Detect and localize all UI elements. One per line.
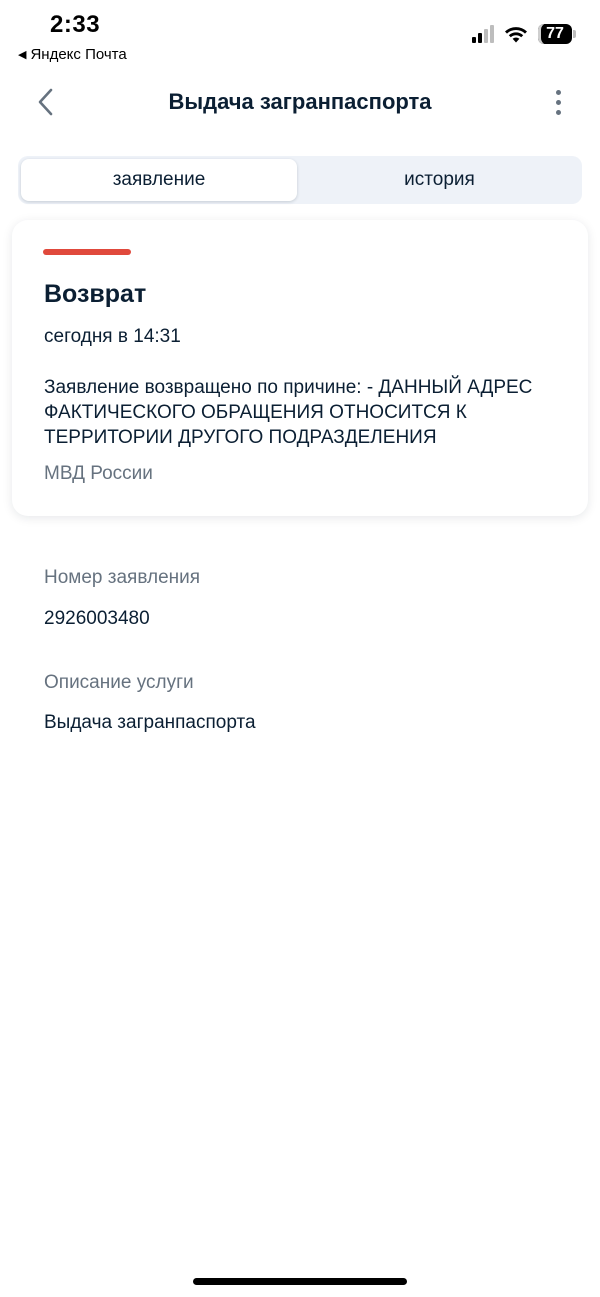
tab-application[interactable]: заявление: [21, 159, 297, 201]
service-description-value: Выдача загранпаспорта: [44, 712, 256, 733]
back-to-app-link[interactable]: ◀ Яндекс Почта: [18, 46, 127, 63]
status-icons: 77: [472, 24, 576, 44]
status-message: Заявление возвращено по причине: - ДАННЫ…: [44, 377, 533, 448]
status-accent-bar: [43, 249, 131, 255]
status-card: Возврат сегодня в 14:31 Заявление возвра…: [12, 220, 588, 516]
status-title: Возврат: [44, 280, 147, 308]
segmented-tabs: заявление история: [18, 156, 582, 204]
application-number-value: 2926003480: [44, 608, 150, 629]
more-dots-icon: [555, 89, 561, 95]
wifi-icon: [505, 27, 527, 43]
status-organization: МВД России: [44, 463, 153, 484]
status-bar: 2:33 ◀ Яндекс Почта 77: [0, 0, 600, 70]
battery-level: 77: [538, 24, 572, 44]
status-timestamp: сегодня в 14:31: [44, 326, 181, 347]
page-title: Выдача загранпаспорта: [168, 89, 432, 114]
nav-header: Выдача загранпаспорта: [0, 80, 600, 124]
cellular-signal-icon: [472, 25, 494, 43]
application-number-label: Номер заявления: [44, 567, 201, 588]
service-description-label: Описание услуги: [44, 672, 194, 693]
status-time: 2:33: [50, 11, 101, 38]
more-options-button[interactable]: [546, 86, 570, 118]
back-triangle-icon: ◀: [18, 49, 27, 61]
battery-icon: 77: [538, 24, 576, 44]
tab-history[interactable]: история: [300, 159, 579, 201]
home-indicator[interactable]: [193, 1278, 407, 1285]
back-to-app-label: Яндекс Почта: [30, 46, 127, 63]
